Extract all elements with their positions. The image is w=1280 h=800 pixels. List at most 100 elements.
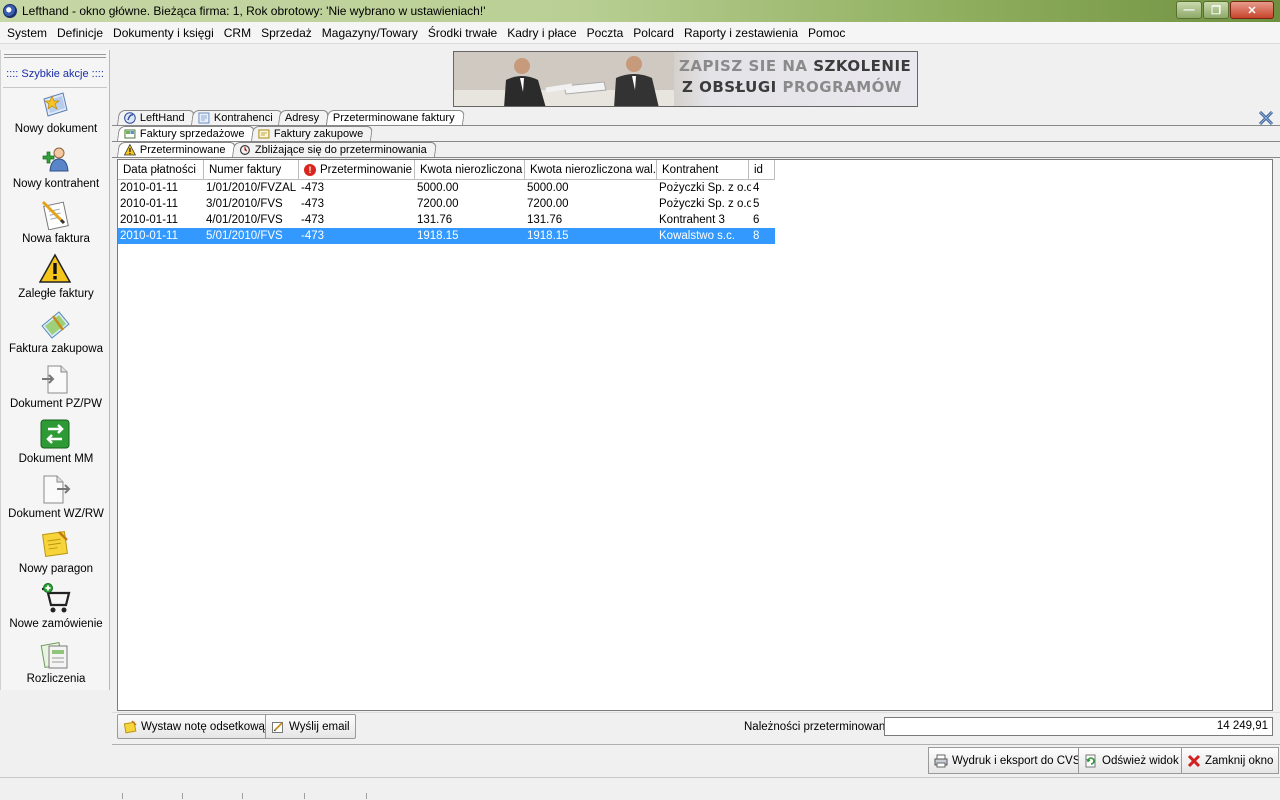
quick-action-document-mm[interactable]: Dokument MM bbox=[1, 418, 111, 473]
new-invoice-icon bbox=[41, 200, 69, 230]
business-people-image bbox=[454, 52, 674, 106]
status-segment bbox=[242, 793, 304, 799]
column-header-data-platnosci[interactable]: Data płatności bbox=[118, 160, 204, 180]
quick-action-new-contractor[interactable]: Nowy kontrahent bbox=[1, 143, 111, 198]
quick-action-label: Dokument MM bbox=[18, 453, 94, 465]
column-header-kwota-nierozliczona[interactable]: Kwota nierozliczona bbox=[415, 160, 525, 180]
tab-label: Przeterminowane bbox=[139, 144, 226, 156]
tab-zblizajace-sie[interactable]: Zbliżające się do przeterminowania bbox=[231, 142, 437, 157]
print-export-button[interactable]: Wydruk i eksport do CVS bbox=[928, 747, 1087, 774]
button-label: Wyślij email bbox=[289, 720, 350, 733]
cell-overdue-days: -473 bbox=[301, 214, 325, 226]
cell-amount: 1918.15 bbox=[417, 230, 459, 242]
banner-line-2: Z OBSŁUGI PROGRAMÓW bbox=[682, 78, 902, 96]
red-x-icon bbox=[1187, 754, 1201, 767]
column-header-przeterminowanie[interactable]: ! Przeterminowanie bbox=[299, 160, 415, 180]
menu-srodki-trwale[interactable]: Środki trwałe bbox=[423, 26, 502, 40]
quick-action-label: Dokument PZ/PW bbox=[9, 398, 103, 410]
button-label: Wydruk i eksport do CVS bbox=[952, 754, 1081, 767]
overdue-warning-icon bbox=[39, 253, 71, 283]
title-bar: Lefthand - okno główne. Bieżąca firma: 1… bbox=[0, 0, 1280, 22]
cell-date: 2010-01-11 bbox=[120, 214, 178, 226]
table-row[interactable]: 2010-01-11 1/01/2010/FVZAL -473 5000.00 … bbox=[118, 180, 775, 196]
training-banner[interactable]: ZAPISZ SIE NA SZKOLENIE Z OBSŁUGI PROGRA… bbox=[453, 51, 918, 107]
menu-definicje[interactable]: Definicje bbox=[52, 26, 108, 40]
menu-crm[interactable]: CRM bbox=[219, 26, 256, 40]
sidebar-grip[interactable] bbox=[4, 54, 106, 58]
tab-adresy[interactable]: Adresy bbox=[278, 110, 330, 125]
quick-action-document-pz[interactable]: Dokument PZ/PW bbox=[1, 363, 111, 418]
menu-polcard[interactable]: Polcard bbox=[628, 26, 679, 40]
quick-action-document-wz[interactable]: Dokument WZ/RW bbox=[1, 473, 111, 528]
cell-contractor: Pożyczki Sp. z o.o. bbox=[659, 182, 751, 194]
tab-baseline bbox=[112, 125, 1280, 126]
column-header-id[interactable]: id bbox=[749, 160, 775, 180]
tab-label: Przeterminowane faktury bbox=[332, 112, 455, 124]
menu-bar: System Definicje Dokumenty i księgi CRM … bbox=[0, 22, 1280, 44]
maximize-button[interactable]: ❐ bbox=[1203, 1, 1229, 19]
send-email-button[interactable]: Wyślij email bbox=[265, 714, 356, 739]
menu-magazyny[interactable]: Magazyny/Towary bbox=[317, 26, 423, 40]
tab-kontrahenci[interactable]: Kontrahenci bbox=[190, 110, 283, 125]
tab-faktury-zakupowe[interactable]: Faktury zakupowe bbox=[250, 126, 373, 141]
cell-overdue-days: -473 bbox=[301, 182, 325, 194]
quick-action-purchase-invoice[interactable]: Faktura zakupowa bbox=[1, 308, 111, 363]
table-row[interactable]: 2010-01-11 4/01/2010/FVS -473 131.76 131… bbox=[118, 212, 775, 228]
menu-dokumenty[interactable]: Dokumenty i księgi bbox=[108, 26, 219, 40]
overdue-invoices-grid[interactable]: Data płatności Numer faktury ! Przetermi… bbox=[117, 159, 1273, 711]
cell-amount: 131.76 bbox=[417, 214, 453, 226]
lefthand-logo-icon bbox=[124, 112, 136, 124]
tab-lefthand[interactable]: LeftHand bbox=[116, 110, 195, 125]
quick-action-settlements[interactable]: Rozliczenia bbox=[1, 638, 111, 693]
column-header-kwota-nierozliczona-wal[interactable]: Kwota nierozliczona wal. bbox=[525, 160, 657, 180]
cell-amount-currency: 1918.15 bbox=[527, 230, 569, 242]
column-header-numer-faktury[interactable]: Numer faktury bbox=[204, 160, 299, 180]
cell-amount-currency: 7200.00 bbox=[527, 198, 569, 210]
minimize-button[interactable]: — bbox=[1176, 1, 1202, 19]
menu-sprzedaz[interactable]: Sprzedaż bbox=[256, 26, 317, 40]
menu-pomoc[interactable]: Pomoc bbox=[803, 26, 850, 40]
cell-amount-currency: 131.76 bbox=[527, 214, 563, 226]
close-window-button[interactable]: ✕ bbox=[1230, 1, 1274, 19]
button-label: Odśwież widok bbox=[1102, 754, 1179, 767]
quick-action-label: Nowy kontrahent bbox=[12, 178, 100, 190]
cell-contractor: Pożyczki Sp. z o.o. bbox=[659, 198, 751, 210]
quick-action-new-receipt[interactable]: Nowy paragon bbox=[1, 528, 111, 583]
quick-action-label: Nowy dokument bbox=[14, 123, 98, 135]
cell-id: 8 bbox=[753, 230, 760, 242]
tab-label: Faktury zakupowe bbox=[273, 128, 363, 140]
close-view-button[interactable]: Zamknij okno bbox=[1181, 747, 1280, 774]
table-row[interactable]: 2010-01-11 3/01/2010/FVS -473 7200.00 72… bbox=[118, 196, 775, 212]
quick-action-label: Zaległe faktury bbox=[18, 288, 94, 300]
banner-text: PROGRAMÓW bbox=[782, 78, 902, 96]
main-tab-strip: LeftHand Kontrahenci Adresy Przeterminow… bbox=[116, 110, 465, 125]
menu-system[interactable]: System bbox=[0, 26, 52, 40]
quick-action-new-invoice[interactable]: Nowa faktura bbox=[1, 198, 111, 253]
table-row-selected[interactable]: 2010-01-11 5/01/2010/FVS -473 1918.15 19… bbox=[118, 228, 775, 244]
column-header-kontrahent[interactable]: Kontrahent bbox=[657, 160, 749, 180]
refresh-view-button[interactable]: Odśwież widok bbox=[1078, 747, 1185, 774]
quick-action-new-order[interactable]: Nowe zamówienie bbox=[1, 583, 111, 638]
quick-action-label: Nowy paragon bbox=[18, 563, 94, 575]
menu-raporty[interactable]: Raporty i zestawienia bbox=[679, 26, 803, 40]
close-tab-icon[interactable] bbox=[1257, 110, 1275, 126]
quick-action-new-document[interactable]: Nowy dokument bbox=[1, 88, 111, 143]
banner-text: ZAPISZ SIE NA bbox=[679, 57, 814, 75]
clock-icon bbox=[239, 145, 250, 155]
menu-poczta[interactable]: Poczta bbox=[582, 26, 629, 40]
status-segment bbox=[366, 793, 368, 799]
window-title: Lefthand - okno główne. Bieżąca firma: 1… bbox=[22, 4, 486, 18]
status-segment bbox=[182, 793, 242, 799]
menu-kadry[interactable]: Kadry i płace bbox=[502, 26, 581, 40]
tab-przeterminowane-faktury[interactable]: Przeterminowane faktury bbox=[325, 110, 465, 125]
interest-note-button[interactable]: Wystaw notę odsetkową bbox=[117, 714, 271, 739]
new-document-icon bbox=[43, 92, 68, 117]
cell-contractor: Kontrahent 3 bbox=[659, 214, 725, 226]
document-pz-icon bbox=[42, 365, 68, 394]
tab-faktury-sprzedazowe[interactable]: Faktury sprzedażowe bbox=[116, 126, 255, 141]
quick-action-overdue-invoices[interactable]: Zaległe faktury bbox=[1, 253, 111, 308]
status-segment bbox=[304, 793, 366, 799]
tab-label: Adresy bbox=[285, 112, 320, 124]
tab-przeterminowane[interactable]: Przeterminowane bbox=[116, 142, 236, 157]
note-icon bbox=[123, 719, 137, 733]
